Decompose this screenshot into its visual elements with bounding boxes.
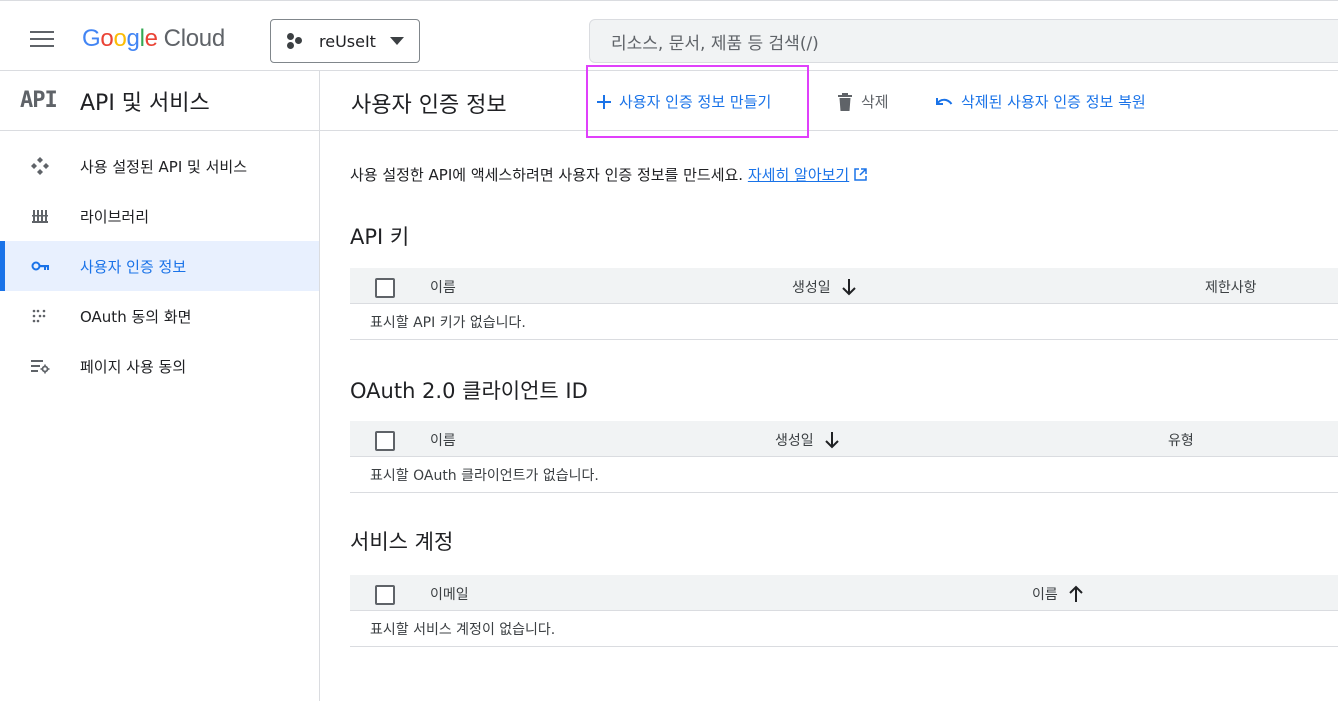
sidebar-item-enabled-apis[interactable]: 사용 설정된 API 및 서비스 <box>0 141 319 191</box>
trash-icon <box>837 92 853 111</box>
enabled-apis-icon <box>30 156 50 176</box>
sidebar-header: API API 및 서비스 <box>0 71 319 131</box>
api-keys-title: API 키 <box>350 225 410 249</box>
arrow-up-icon <box>1068 585 1084 603</box>
empty-row: 표시할 서비스 계정이 없습니다. <box>350 611 1338 647</box>
google-cloud-logo[interactable]: Google Cloud <box>82 25 225 53</box>
table-header: 이메일 이름 <box>350 575 1338 611</box>
arrow-down-icon <box>841 278 857 296</box>
top-bar: Google Cloud reUseIt 리소스, 문서, 제품 등 검색(/) <box>0 0 1338 71</box>
restore-deleted-button[interactable]: 삭제된 사용자 인증 정보 복원 <box>935 91 1146 112</box>
sidebar-title: API 및 서비스 <box>80 90 210 116</box>
search-placeholder: 리소스, 문서, 제품 등 검색(/) <box>611 33 819 54</box>
create-credentials-button[interactable]: 사용자 인증 정보 만들기 <box>597 91 771 112</box>
delete-button[interactable]: 삭제 <box>837 91 889 112</box>
select-all-checkbox[interactable] <box>375 278 395 298</box>
action-bar: 사용자 인증 정보 사용자 인증 정보 만들기 삭제 삭제된 사용자 인증 정보… <box>320 65 1338 138</box>
restore-deleted-label: 삭제된 사용자 인증 정보 복원 <box>961 93 1146 111</box>
col-email[interactable]: 이메일 <box>430 584 469 604</box>
delete-label: 삭제 <box>861 93 889 111</box>
api-logo-icon: API <box>20 88 58 113</box>
oauth-clients-title: OAuth 2.0 클라이언트 ID <box>350 379 588 403</box>
plus-icon <box>597 94 611 109</box>
col-restrictions[interactable]: 제한사항 <box>1205 277 1257 297</box>
create-credentials-label: 사용자 인증 정보 만들기 <box>619 93 772 111</box>
sidebar-item-page-agreement[interactable]: 페이지 사용 동의 <box>0 341 319 391</box>
search-input[interactable]: 리소스, 문서, 제품 등 검색(/) <box>589 19 1338 63</box>
service-accounts-title: 서비스 계정 <box>350 530 454 554</box>
chevron-down-icon <box>389 37 404 45</box>
undo-icon <box>935 95 953 109</box>
learn-more-label: 자세히 알아보기 <box>747 166 850 184</box>
sidebar-item-credentials[interactable]: 사용자 인증 정보 <box>0 241 319 291</box>
sidebar-item-label: 라이브러리 <box>80 207 150 226</box>
oauth-consent-icon <box>30 306 50 326</box>
open-in-new-icon <box>854 167 867 185</box>
api-keys-table: 이름 생성일 제한사항 표시할 API 키가 없습니다. <box>350 268 1338 340</box>
project-icon <box>287 33 307 49</box>
logo-letter: o <box>100 25 114 52</box>
key-icon <box>30 256 50 276</box>
select-all-checkbox[interactable] <box>375 585 395 605</box>
arrow-down-icon <box>824 431 840 449</box>
library-icon <box>30 206 50 226</box>
project-name: reUseIt <box>319 31 376 51</box>
col-created[interactable]: 생성일 <box>792 277 857 297</box>
col-name[interactable]: 이름 <box>430 430 456 450</box>
sidebar-item-label: 페이지 사용 동의 <box>80 357 187 376</box>
col-created[interactable]: 생성일 <box>775 430 840 450</box>
logo-cloud-text: Cloud <box>163 25 226 52</box>
logo-letter: G <box>82 25 101 52</box>
logo-letter: g <box>126 25 140 52</box>
page-title: 사용자 인증 정보 <box>351 93 507 118</box>
sidebar-item-label: 사용자 인증 정보 <box>80 257 187 276</box>
logo-letter: o <box>113 25 127 52</box>
logo-letter: e <box>144 25 158 52</box>
empty-row: 표시할 OAuth 클라이언트가 없습니다. <box>350 457 1338 493</box>
select-all-checkbox[interactable] <box>375 431 395 451</box>
sidebar-item-label: 사용 설정된 API 및 서비스 <box>80 157 248 176</box>
sidebar-item-label: OAuth 동의 화면 <box>80 307 192 326</box>
col-name-label: 이름 <box>1032 587 1058 603</box>
empty-row: 표시할 API 키가 없습니다. <box>350 304 1338 340</box>
project-selector[interactable]: reUseIt <box>270 19 420 63</box>
col-created-label: 생성일 <box>792 280 831 296</box>
menu-icon[interactable] <box>30 31 54 49</box>
oauth-clients-table: 이름 생성일 유형 표시할 OAuth 클라이언트가 없습니다. <box>350 421 1338 493</box>
col-name[interactable]: 이름 <box>1032 584 1084 604</box>
col-name[interactable]: 이름 <box>430 277 456 297</box>
table-header: 이름 생성일 제한사항 <box>350 268 1338 304</box>
col-created-label: 생성일 <box>775 433 814 449</box>
table-header: 이름 생성일 유형 <box>350 421 1338 457</box>
page-agreement-icon <box>30 356 50 376</box>
service-accounts-table: 이메일 이름 표시할 서비스 계정이 없습니다. <box>350 575 1338 647</box>
intro-sentence: 사용 설정한 API에 액세스하려면 사용자 인증 정보를 만드세요. <box>350 166 744 184</box>
sidebar-nav: 사용 설정된 API 및 서비스 라이브러리 사용자 인증 정보 OAuth 동… <box>0 131 319 391</box>
sidebar-item-library[interactable]: 라이브러리 <box>0 191 319 241</box>
col-type[interactable]: 유형 <box>1168 430 1194 450</box>
intro-text: 사용 설정한 API에 액세스하려면 사용자 인증 정보를 만드세요. 자세히 … <box>350 164 867 185</box>
sidebar: API API 및 서비스 사용 설정된 API 및 서비스 라이브러리 사용자… <box>0 71 320 701</box>
sidebar-item-oauth-consent[interactable]: OAuth 동의 화면 <box>0 291 319 341</box>
main-content: 사용자 인증 정보 사용자 인증 정보 만들기 삭제 삭제된 사용자 인증 정보… <box>320 65 1338 701</box>
learn-more-link[interactable]: 자세히 알아보기 <box>748 166 849 184</box>
